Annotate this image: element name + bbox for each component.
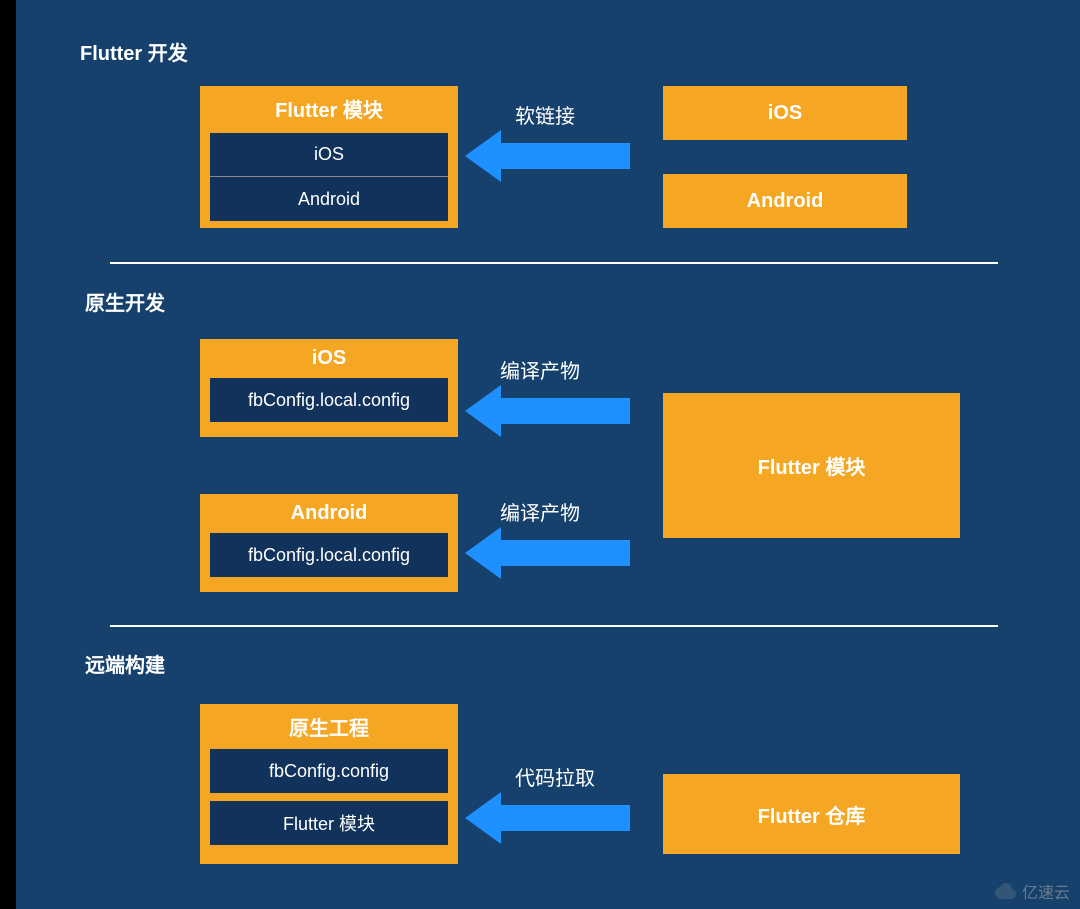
section1-arrow-label: 软链接: [515, 100, 575, 129]
section2-title: 原生开发: [85, 287, 165, 316]
section3-arrow-label: 代码拉取: [515, 762, 595, 791]
section3-native-title: 原生工程: [200, 704, 458, 741]
section2-arrow1: [465, 385, 630, 437]
section1-ios-label: iOS: [663, 86, 907, 140]
section2-ios-box: iOS fbConfig.local.config: [200, 339, 458, 437]
section1-title: Flutter 开发: [80, 37, 188, 66]
section1-flutter-module-box: Flutter 模块 iOS Android: [200, 86, 458, 228]
section2-ios-title: iOS: [200, 339, 458, 370]
section2-flutter-module-box: Flutter 模块: [663, 393, 960, 538]
section1-android-label: Android: [663, 174, 907, 228]
section2-arrow2: [465, 527, 630, 579]
section3-title: 远端构建: [85, 649, 165, 678]
section1-flutter-module-ios: iOS: [210, 133, 448, 177]
section2-arrow2-label: 编译产物: [500, 497, 580, 526]
section1-ios-box: iOS: [663, 86, 907, 140]
section2-ios-file: fbConfig.local.config: [210, 378, 448, 422]
section1-flutter-module-title: Flutter 模块: [200, 86, 458, 123]
section1-android-box: Android: [663, 174, 907, 228]
section3-native-file1: fbConfig.config: [210, 749, 448, 793]
section3-native-file2: Flutter 模块: [210, 801, 448, 845]
section3-flutter-repo-box: Flutter 仓库: [663, 774, 960, 854]
section3-native-box: 原生工程 fbConfig.config Flutter 模块: [200, 704, 458, 864]
section1-flutter-module-android: Android: [210, 177, 448, 221]
section2-flutter-module-label: Flutter 模块: [663, 393, 960, 538]
cloud-icon: [992, 882, 1018, 900]
watermark-text: 亿速云: [1022, 879, 1070, 903]
section2-arrow1-label: 编译产物: [500, 355, 580, 384]
section2-android-box: Android fbConfig.local.config: [200, 494, 458, 592]
left-black-bar: [0, 0, 16, 909]
watermark: 亿速云: [992, 879, 1070, 903]
divider-2: [110, 625, 998, 627]
divider-1: [110, 262, 998, 264]
section2-android-file: fbConfig.local.config: [210, 533, 448, 577]
section3-arrow: [465, 792, 630, 844]
section3-flutter-repo-label: Flutter 仓库: [663, 774, 960, 854]
section1-flutter-module-inner: iOS Android: [210, 133, 448, 221]
section2-android-title: Android: [200, 494, 458, 525]
section1-arrow: [465, 130, 630, 182]
